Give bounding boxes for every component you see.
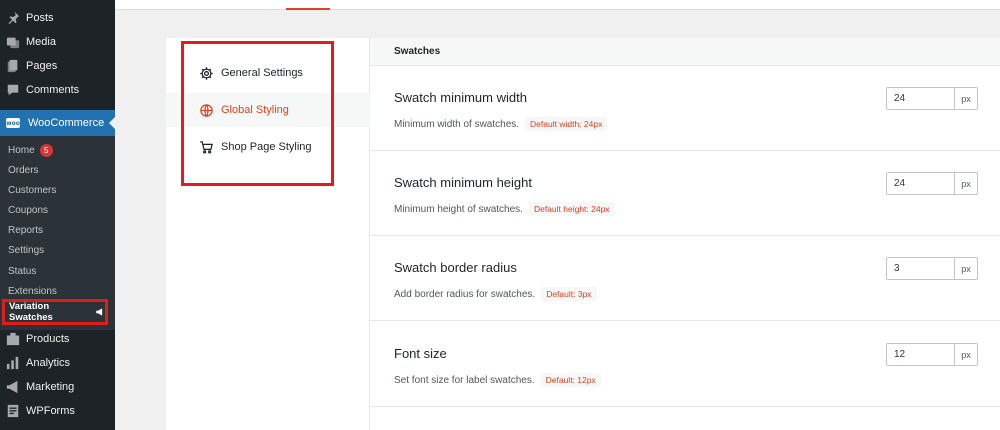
menu-item-label: Marketing — [26, 381, 75, 393]
swatch-min-width-field: px — [886, 87, 978, 110]
menu-item-label: Products — [26, 333, 70, 345]
setting-title: Swatch minimum height — [394, 175, 532, 190]
menu-item-label: Comments — [26, 84, 80, 96]
font-size-input[interactable] — [887, 344, 955, 365]
media-icon — [6, 35, 20, 49]
woocommerce-logo-icon: woo — [6, 118, 20, 128]
tab-global-styling[interactable]: Global Styling — [199, 100, 289, 120]
active-tab-indicator — [286, 8, 330, 10]
menu-item-label: Pages — [26, 60, 58, 72]
submenu-item-status[interactable]: Status — [8, 262, 36, 280]
unit-label: px — [961, 178, 971, 189]
setting-title: Swatch minimum width — [394, 90, 527, 105]
setting-description: Set font size for label swatches. Defaul… — [394, 373, 601, 387]
setting-description: Add border radius for swatches. Default:… — [394, 287, 597, 301]
top-nav-strip — [115, 0, 1000, 10]
font-size-field: px — [886, 343, 978, 366]
menu-item-comments[interactable]: Comments — [0, 78, 115, 102]
swatch-border-radius-field: px — [886, 257, 978, 280]
wpforms-icon — [6, 404, 20, 418]
submenu-item-label: Home — [8, 144, 35, 156]
notification-badge: 5 — [39, 143, 53, 157]
swatch-min-width-input[interactable] — [887, 88, 955, 109]
default-value-tag: Default: 3px — [541, 287, 597, 301]
setting-row-swatch-border-radius: Swatch border radius Add border radius f… — [370, 236, 1000, 321]
unit-label: px — [961, 263, 971, 274]
pin-icon — [6, 11, 20, 25]
submenu-item-variation-swatches[interactable]: Variation Swatches — [2, 299, 108, 325]
comments-icon — [6, 83, 20, 97]
megaphone-icon — [96, 308, 103, 316]
settings-tabs-panel: General Settings Global Styling Shop Pag… — [166, 38, 370, 430]
submenu-item-reports[interactable]: Reports — [8, 221, 43, 239]
default-value-tag: Default height: 24px — [528, 202, 615, 216]
setting-description-text: Minimum height of swatches. — [394, 203, 523, 215]
section-title: Swatches — [370, 38, 1000, 66]
menu-item-pages[interactable]: Pages — [0, 54, 115, 78]
admin-sidebar: Posts Media Pages Comments woo WooCommer… — [0, 0, 115, 430]
menu-item-label: WPForms — [26, 405, 75, 417]
setting-description: Minimum width of swatches. Default width… — [394, 117, 608, 131]
unit-label: px — [961, 93, 971, 104]
setting-title: Font size — [394, 346, 447, 361]
menu-item-products[interactable]: Products — [0, 327, 115, 351]
submenu-item-label: Variation Swatches — [9, 301, 53, 323]
setting-row-font-size: Font size Set font size for label swatch… — [370, 322, 1000, 407]
menu-item-posts[interactable]: Posts — [0, 6, 115, 30]
submenu-item-orders[interactable]: Orders — [8, 161, 39, 179]
submenu-item-home[interactable]: Home 5 — [8, 141, 53, 159]
globe-icon — [200, 103, 213, 117]
submenu-item-coupons[interactable]: Coupons — [8, 201, 48, 219]
tab-shop-page-styling[interactable]: Shop Page Styling — [199, 137, 312, 157]
submenu-item-settings[interactable]: Settings — [8, 241, 44, 259]
menu-item-label: Media — [26, 36, 56, 48]
gear-icon — [200, 66, 213, 80]
menu-item-media[interactable]: Media — [0, 30, 115, 54]
settings-content-panel: Swatches Swatch minimum width Minimum wi… — [370, 38, 1000, 430]
menu-item-marketing[interactable]: Marketing — [0, 375, 115, 399]
menu-item-woocommerce[interactable]: woo WooCommerce — [0, 110, 115, 136]
cart-icon — [200, 140, 213, 153]
pages-icon — [6, 59, 20, 73]
products-icon — [6, 332, 20, 346]
analytics-icon — [6, 356, 20, 370]
tab-general-settings[interactable]: General Settings — [199, 63, 303, 83]
marketing-icon — [6, 380, 20, 394]
swatch-border-radius-input[interactable] — [887, 258, 955, 279]
submenu-item-extensions[interactable]: Extensions — [8, 282, 57, 300]
tab-label: Shop Page Styling — [221, 141, 312, 153]
unit-label: px — [961, 349, 971, 360]
swatch-min-height-input[interactable] — [887, 173, 955, 194]
setting-description: Minimum height of swatches. Default heig… — [394, 202, 615, 216]
setting-title: Swatch border radius — [394, 260, 517, 275]
setting-description-text: Add border radius for swatches. — [394, 288, 536, 300]
menu-item-label: Posts — [26, 12, 54, 24]
menu-item-analytics[interactable]: Analytics — [0, 351, 115, 375]
menu-item-label: WooCommerce — [28, 117, 105, 129]
default-value-tag: Default width: 24px — [525, 117, 608, 131]
tab-label: Global Styling — [221, 104, 289, 116]
tab-label: General Settings — [221, 67, 303, 79]
setting-description-text: Set font size for label swatches. — [394, 374, 535, 386]
menu-item-wpforms[interactable]: WPForms — [0, 399, 115, 423]
submenu-item-customers[interactable]: Customers — [8, 181, 56, 199]
menu-item-label: Analytics — [26, 357, 71, 369]
setting-row-swatch-min-width: Swatch minimum width Minimum width of sw… — [370, 66, 1000, 151]
setting-row-swatch-min-height: Swatch minimum height Minimum height of … — [370, 151, 1000, 236]
swatch-min-height-field: px — [886, 172, 978, 195]
setting-description-text: Minimum width of swatches. — [394, 118, 520, 130]
default-value-tag: Default: 12px — [540, 373, 601, 387]
